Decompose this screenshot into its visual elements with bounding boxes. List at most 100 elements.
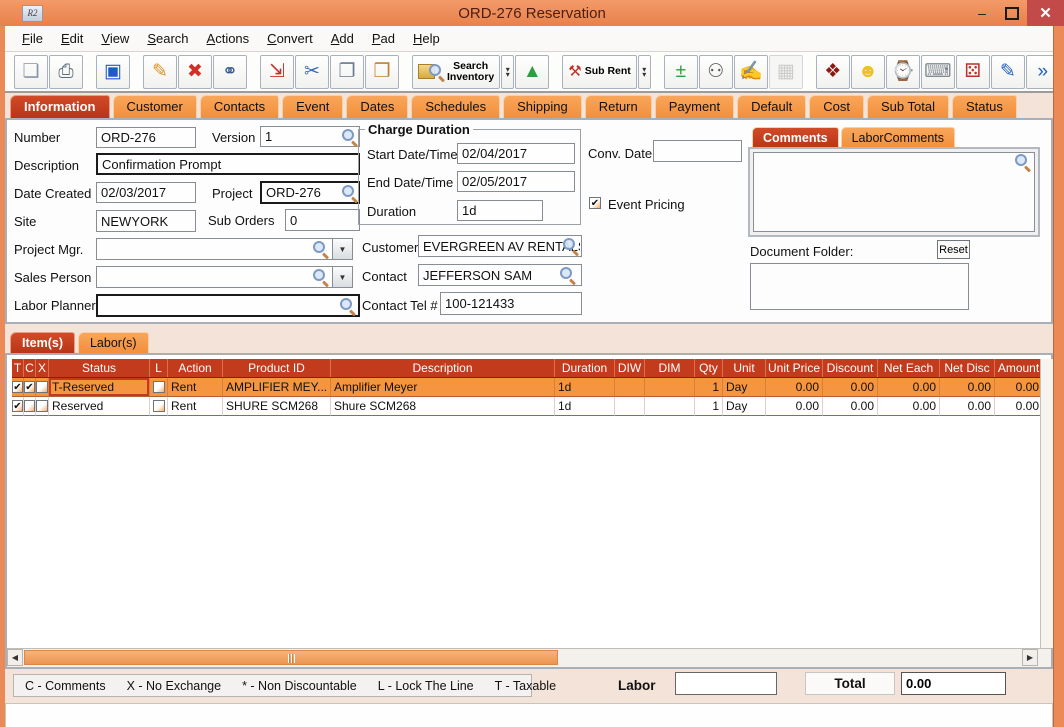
column-header-net-each[interactable]: Net Each (878, 359, 940, 377)
tab-labor-comments[interactable]: LaborComments (841, 127, 955, 148)
tab-cost[interactable]: Cost (809, 95, 864, 118)
row-checkbox[interactable] (24, 400, 35, 412)
sub-rent-more-button[interactable]: ▾ ▾ (638, 55, 651, 89)
row-checkbox[interactable]: ✔ (12, 400, 23, 412)
end-date-field[interactable] (457, 171, 575, 192)
notepad-edit-button[interactable]: ✍ (734, 55, 768, 89)
menu-item-add[interactable]: Add (322, 31, 363, 46)
document-folder-box[interactable] (750, 263, 969, 310)
cube-stack-button[interactable]: ⚄ (956, 55, 990, 89)
total-value-field[interactable] (901, 672, 1006, 695)
comments-search-icon[interactable] (1015, 154, 1030, 169)
save-button[interactable]: ▣ (96, 55, 130, 89)
conv-date-field[interactable] (653, 140, 742, 162)
project-search-icon[interactable] (342, 185, 357, 200)
column-header-t[interactable]: T (12, 359, 24, 377)
column-header-action[interactable]: Action (168, 359, 223, 377)
site-field[interactable] (96, 210, 196, 232)
edit-pencil-button[interactable]: ✎ (143, 55, 177, 89)
find-binoculars-button[interactable]: ⚭ (213, 55, 247, 89)
sales-person-field[interactable] (96, 266, 333, 288)
description-field[interactable] (96, 153, 360, 175)
menu-item-view[interactable]: View (92, 31, 138, 46)
contact-tel-field[interactable] (440, 292, 582, 315)
cut-button[interactable]: ✂ (295, 55, 329, 89)
labor-planner-search-icon[interactable] (340, 298, 355, 313)
sub-rent-button[interactable]: ⚒Sub Rent (562, 55, 637, 89)
tab-default[interactable]: Default (737, 95, 806, 118)
add-remove-button[interactable]: ± (664, 55, 698, 89)
menu-item-edit[interactable]: Edit (52, 31, 92, 46)
scroll-left-button[interactable]: ◀ (7, 649, 23, 666)
tab-status[interactable]: Status (952, 95, 1017, 118)
minimize-button[interactable]: – (967, 0, 997, 26)
search-inventory-button[interactable]: Search Inventory (412, 55, 500, 89)
close-button[interactable]: ✕ (1027, 0, 1064, 26)
event-pricing-checkbox[interactable]: ✔ (589, 197, 601, 209)
row-checkbox[interactable]: ✔ (24, 381, 35, 393)
vertical-scrollbar[interactable] (1040, 359, 1053, 648)
horizontal-scrollbar[interactable]: ◀ ▶ (7, 648, 1051, 667)
start-date-field[interactable] (457, 143, 575, 164)
keyboard-key-button[interactable]: ⌨ (921, 55, 955, 89)
tab-information[interactable]: Information (10, 95, 110, 118)
calendar-button[interactable]: ▦ (769, 55, 803, 89)
tab-schedules[interactable]: Schedules (411, 95, 500, 118)
table-row[interactable]: ✔ReservedRentSHURE SCM268Shure SCM2681d1… (12, 397, 1042, 416)
contact-field[interactable] (418, 264, 582, 286)
labor-total-field[interactable] (675, 672, 777, 695)
print-button[interactable]: ⎙ (49, 55, 83, 89)
row-checkbox[interactable] (153, 381, 165, 393)
row-checkbox[interactable] (36, 400, 48, 412)
tab-customer[interactable]: Customer (113, 95, 197, 118)
column-header-unit[interactable]: Unit (723, 359, 766, 377)
menu-item-actions[interactable]: Actions (198, 31, 259, 46)
maximize-button[interactable] (997, 0, 1027, 26)
reset-button[interactable]: Reset (937, 240, 970, 259)
column-header-description[interactable]: Description (331, 359, 555, 377)
tab-payment[interactable]: Payment (655, 95, 734, 118)
labor-planner-field[interactable] (96, 294, 360, 317)
column-header-l[interactable]: L (150, 359, 168, 377)
menu-item-help[interactable]: Help (404, 31, 449, 46)
tab-dates[interactable]: Dates (346, 95, 408, 118)
tab-sub-total[interactable]: Sub Total (867, 95, 949, 118)
project-mgr-search-icon[interactable] (313, 241, 328, 256)
items-tab-item-s-[interactable]: Item(s) (10, 332, 75, 353)
tab-return[interactable]: Return (585, 95, 652, 118)
customer-search-icon[interactable] (563, 238, 578, 253)
tab-shipping[interactable]: Shipping (503, 95, 582, 118)
tab-contacts[interactable]: Contacts (200, 95, 279, 118)
sales-person-search-icon[interactable] (313, 269, 328, 284)
column-header-duration[interactable]: Duration (555, 359, 615, 377)
version-search-icon[interactable] (342, 129, 357, 144)
delete-button[interactable]: ✖ (178, 55, 212, 89)
tab-event[interactable]: Event (282, 95, 343, 118)
column-header-dim[interactable]: DIM (645, 359, 695, 377)
paste-button[interactable]: ❒ (365, 55, 399, 89)
contact-search-icon[interactable] (560, 267, 575, 282)
menu-item-file[interactable]: File (13, 31, 52, 46)
tab-comments[interactable]: Comments (752, 127, 839, 148)
search-inventory-more-button[interactable]: ▾ ▾ (501, 55, 514, 89)
scrollbar-thumb[interactable] (24, 650, 558, 665)
row-checkbox[interactable] (153, 400, 165, 412)
smiley-button[interactable]: ☻ (851, 55, 885, 89)
column-header-status[interactable]: Status (49, 359, 150, 377)
row-checkbox[interactable]: ✔ (12, 381, 23, 393)
copy-button[interactable]: ❐ (330, 55, 364, 89)
row-checkbox[interactable] (36, 381, 48, 393)
menu-item-pad[interactable]: Pad (363, 31, 404, 46)
transfer-lines-button[interactable]: ⇲ (260, 55, 294, 89)
duration-field[interactable] (457, 200, 543, 221)
groups-button[interactable]: ⚇ (699, 55, 733, 89)
date-created-field[interactable] (96, 182, 196, 203)
org-chart-button[interactable]: ❖ (816, 55, 850, 89)
shapes-button[interactable]: ▲ (515, 55, 549, 89)
column-header-c[interactable]: C (24, 359, 36, 377)
project-mgr-field[interactable] (96, 238, 333, 260)
column-header-net-disc[interactable]: Net Disc (940, 359, 995, 377)
menu-item-search[interactable]: Search (138, 31, 197, 46)
column-header-product-id[interactable]: Product ID (223, 359, 331, 377)
comments-textarea[interactable] (753, 152, 1035, 232)
